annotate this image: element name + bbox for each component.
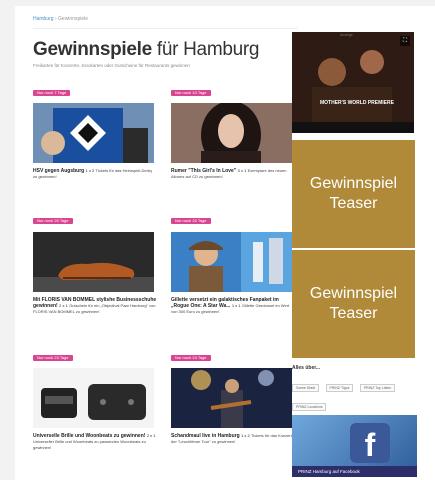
video-caption: MOTHER'S WORLD PREMIERE <box>320 100 394 106</box>
card-image-gillette[interactable] <box>171 232 292 292</box>
tag-list: Szene Stadt PRINZ Tipps PRINZ Top Listen… <box>292 376 417 414</box>
teaser-text: Gewinnspiel Teaser <box>309 175 398 212</box>
card-image-shoe[interactable] <box>33 232 154 292</box>
page-subtitle: Freikarten für Konzerte, Kinokarten oder… <box>33 63 190 68</box>
teaser-banner[interactable]: Gewinnspiel Teaser <box>292 250 415 358</box>
card-title-glasses[interactable]: Universelle Brille und Woonbeats zu gewi… <box>33 433 157 451</box>
deadline-badge: Nur noch 20 Tage <box>171 218 211 224</box>
card-image-rumer[interactable] <box>171 103 292 163</box>
page-title: Gewinnspiele für Hamburg <box>33 39 260 60</box>
deadline-badge: Nur noch 24 Tage <box>171 355 211 361</box>
teaser-banner[interactable]: Gewinnspiel Teaser <box>292 140 415 248</box>
deadline-badge: Nur noch 20 Tage <box>33 218 73 224</box>
breadcrumb-separator: › <box>54 16 57 22</box>
card-title-shoes[interactable]: Mit FLORIS VAN BOMMEL stylishe Businesss… <box>33 297 157 315</box>
breadcrumb-home-link[interactable]: Hamburg <box>33 16 54 22</box>
divider <box>33 28 298 29</box>
teaser-text: Gewinnspiel Teaser <box>309 285 398 322</box>
tag-link[interactable]: PRINZ Top Listen <box>359 384 396 392</box>
card-title-rumer[interactable]: Rumer "This Girl's In Love" 3 x 1 Exempl… <box>171 168 295 180</box>
card-image-glasses[interactable] <box>33 368 154 428</box>
ad-label: Anzeige <box>340 33 353 37</box>
card-title-schandmaul[interactable]: Schandmaul live in Hamburg 1 x 2 Tickets… <box>171 433 295 445</box>
video-ad[interactable]: MOTHER'S WORLD PREMIERE ⛶ <box>292 32 414 133</box>
card-title-gillette[interactable]: Gillette versetzt ein galaktisches Fanpa… <box>171 297 295 315</box>
tag-link[interactable]: PRINZ Tipps <box>325 384 354 392</box>
tag-link[interactable]: Szene Stadt <box>292 384 320 392</box>
facebook-icon: f <box>350 423 390 463</box>
deadline-badge: Nur noch 10 Tage <box>171 90 211 96</box>
alles-ueber-title: Alles über... <box>292 365 321 371</box>
deadline-badge: Nur noch 7 Tage <box>33 90 71 96</box>
tag-link[interactable]: PRINZ Locations <box>292 403 327 411</box>
deadline-badge: Nur noch 23 Tage <box>33 355 73 361</box>
card-image-hsv[interactable] <box>33 103 154 163</box>
card-image-schandmaul[interactable] <box>171 368 292 428</box>
fullscreen-icon[interactable]: ⛶ <box>400 36 410 46</box>
card-title-hsv[interactable]: HSV gegen Augsburg 1 x 2 Tickets für das… <box>33 168 157 180</box>
facebook-teaser[interactable]: f PRINZ Hamburg auf Facebook <box>292 415 417 477</box>
facebook-label: PRINZ Hamburg auf Facebook <box>292 466 417 477</box>
breadcrumb: Hamburg › Gewinnspiele <box>33 16 88 22</box>
breadcrumb-current: Gewinnspiele <box>58 16 89 22</box>
